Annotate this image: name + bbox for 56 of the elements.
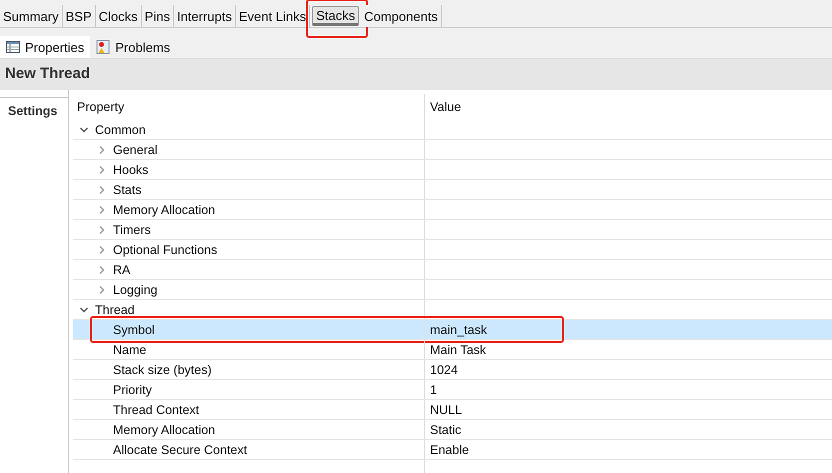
property-name: Optional Functions (113, 242, 218, 256)
property-name: Stats (113, 182, 142, 196)
property-name: Timers (113, 222, 151, 236)
chevron-down-icon[interactable] (79, 124, 89, 134)
chevron-right-icon[interactable] (97, 264, 107, 274)
property-name: Hooks (113, 162, 148, 176)
property-name: Thread (95, 302, 135, 316)
table-row[interactable]: Name Main Task (73, 340, 832, 360)
table-row[interactable]: Hooks (73, 160, 832, 180)
chevron-right-icon[interactable] (97, 244, 107, 254)
property-name: Stack size (bytes) (113, 362, 212, 376)
chevron-right-icon[interactable] (97, 184, 107, 194)
property-name: Priority (113, 382, 152, 396)
property-name: RA (113, 262, 130, 276)
table-row[interactable]: Stack size (bytes) 1024 (73, 360, 832, 380)
property-name: Memory Allocation (113, 202, 216, 216)
property-name: Allocate Secure Context (113, 442, 248, 456)
property-name: Name (113, 342, 146, 356)
table-icon (5, 39, 21, 55)
editor-tab[interactable]: Stacks (312, 6, 360, 26)
chevron-right-icon[interactable] (97, 204, 107, 214)
table-row[interactable]: Timers (73, 220, 832, 240)
table-row[interactable]: Symbol main_task (73, 320, 832, 340)
property-name: General (113, 142, 158, 156)
property-name: Common (95, 122, 146, 136)
property-value: Static (430, 422, 462, 436)
table-row[interactable]: General (73, 140, 832, 160)
property-value: Enable (430, 442, 469, 456)
property-value: 1024 (430, 362, 458, 376)
chevron-right-icon[interactable] (97, 224, 107, 234)
table-row[interactable]: Memory Allocation Static (73, 420, 832, 440)
property-value: main_task (430, 322, 487, 336)
chevron-down-icon[interactable] (79, 304, 89, 314)
section-title: New Thread (0, 59, 832, 90)
chevron-right-icon[interactable] (97, 144, 107, 154)
property-name: Logging (113, 282, 158, 296)
table-row[interactable]: Allocate Secure Context Enable (73, 440, 832, 460)
property-name: Thread Context (113, 402, 200, 416)
property-value: 1 (430, 382, 437, 396)
table-row[interactable]: Optional Functions (73, 240, 832, 260)
table-row[interactable]: Memory Allocation (73, 200, 832, 220)
table-row[interactable]: Stats (73, 180, 832, 200)
chevron-right-icon[interactable] (97, 164, 107, 174)
table-row[interactable]: Common (73, 120, 832, 140)
table-row[interactable]: Priority 1 (73, 380, 832, 400)
view-tab[interactable]: Properties (0, 36, 90, 58)
table-row[interactable]: Logging (73, 280, 832, 300)
property-name: Symbol (113, 322, 155, 336)
column-header: Property (76, 99, 126, 116)
table-row[interactable]: Thread Context NULL (73, 400, 832, 420)
table-row[interactable]: RA (73, 260, 832, 280)
chevron-right-icon[interactable] (97, 284, 107, 294)
property-name: Memory Allocation (113, 422, 216, 436)
property-value: NULL (430, 402, 462, 416)
property-value: Main Task (430, 342, 486, 356)
column-header: Value (424, 94, 832, 120)
